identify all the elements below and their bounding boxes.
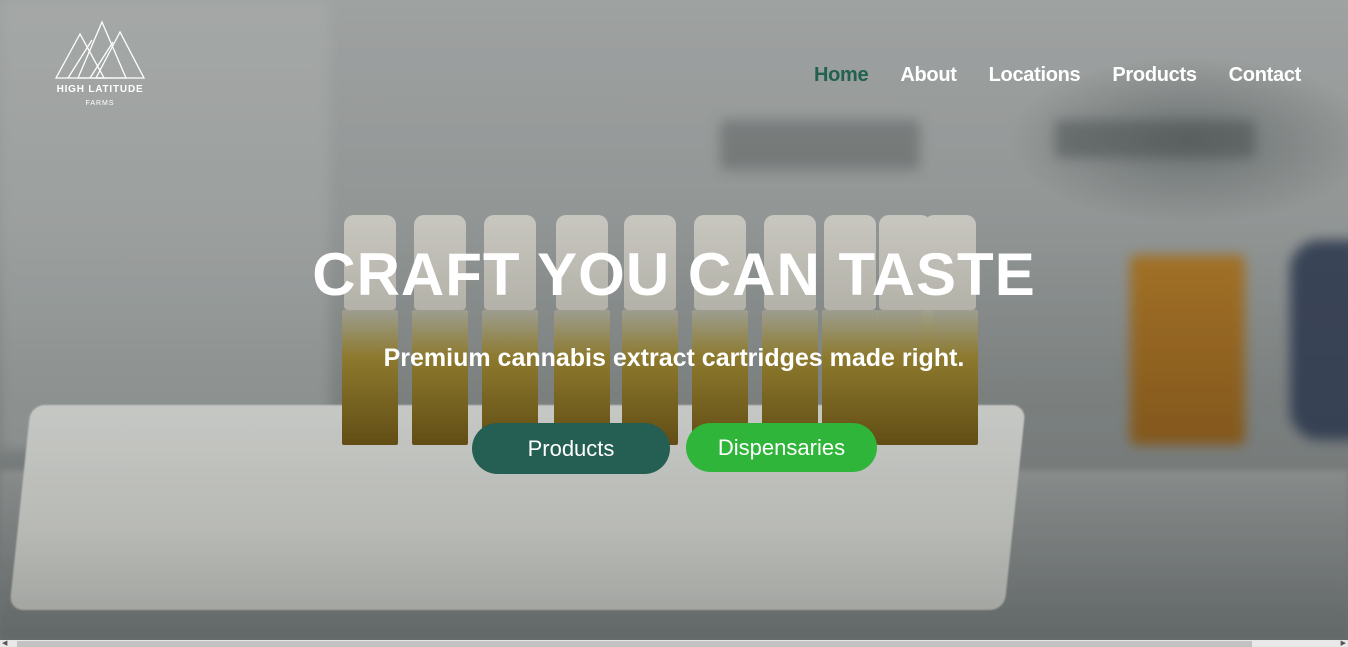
nav-item-about[interactable]: About [900, 64, 957, 87]
hero-overlay [0, 0, 1348, 640]
brand-name: HIGH LATITUDE [56, 84, 144, 95]
brand-subtitle: FARMS [85, 100, 115, 107]
nav-item-contact[interactable]: Contact [1229, 64, 1302, 87]
nav-item-home[interactable]: Home [814, 64, 869, 87]
horizontal-scrollbar[interactable]: ◀ ▶ [0, 640, 1348, 647]
arrow-right-icon[interactable]: ▶ [1341, 640, 1346, 647]
hero-background [0, 0, 1348, 640]
scrollbar-thumb[interactable] [17, 641, 1252, 647]
nav-item-locations[interactable]: Locations [989, 64, 1081, 87]
products-button[interactable]: Products [472, 423, 670, 474]
brand-logo[interactable]: HIGH LATITUDE FARMS [50, 20, 150, 112]
hero-headline: CRAFT YOU CAN TASTE [312, 241, 1036, 308]
main-nav: Home About Locations Products Contact [814, 64, 1301, 87]
dispensaries-button[interactable]: Dispensaries [686, 423, 877, 472]
hero-subheadline: Premium cannabis extract cartridges made… [383, 344, 965, 372]
mountains-logo-icon [54, 20, 146, 79]
nav-item-products[interactable]: Products [1112, 64, 1197, 87]
arrow-left-icon[interactable]: ◀ [2, 640, 7, 647]
